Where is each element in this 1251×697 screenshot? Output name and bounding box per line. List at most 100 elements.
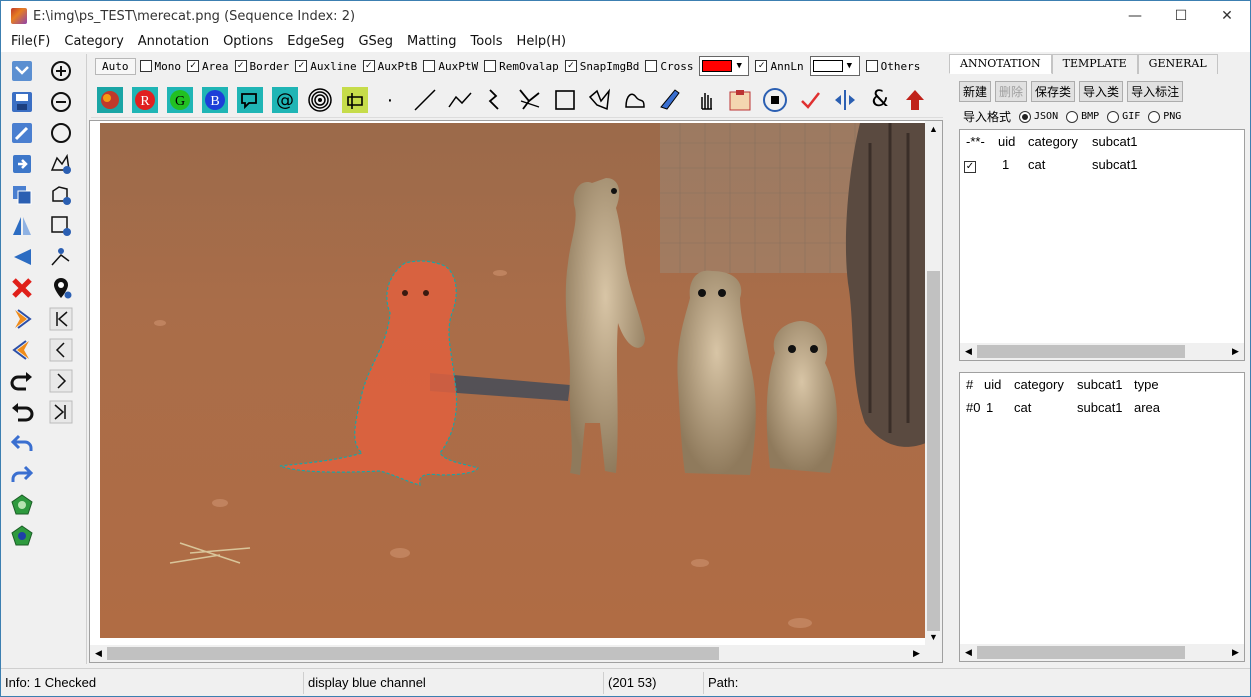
instance-list-scrollbar[interactable]: ◀ ▶ [960,644,1244,661]
row-checkbox[interactable]: ✓ [960,157,998,173]
add-shape-icon[interactable] [48,182,74,208]
polygon-tool-icon[interactable] [585,85,615,115]
import-class-button[interactable]: 导入类 [1079,81,1124,102]
menu-category[interactable]: Category [57,34,130,49]
undo-icon[interactable] [9,399,35,425]
freehand-tool-icon[interactable] [620,85,650,115]
import-annotation-button[interactable]: 导入标注 [1127,81,1184,102]
fill-color-picker[interactable]: ▼ [809,56,860,76]
prev-icon[interactable] [9,337,35,363]
scroll-right-icon[interactable]: ▶ [1227,644,1244,661]
area-checkbox[interactable]: ✓ Area [187,60,229,73]
polyline-tool-icon[interactable] [445,85,475,115]
polygon-blue-icon[interactable] [9,523,35,549]
flip-vertical-icon[interactable] [9,244,35,270]
flip-horizontal-icon[interactable] [9,213,35,239]
chat-bubble-icon[interactable] [235,85,265,115]
zoom-in-icon[interactable] [48,58,74,84]
edit-icon[interactable] [9,120,35,146]
brush-tool-icon[interactable] [655,85,685,115]
auxptb-checkbox[interactable]: ✓ AuxPtB [362,60,417,73]
header-type[interactable]: type [1134,377,1174,392]
up-arrow-icon[interactable] [900,85,930,115]
instance-list[interactable]: # uid category subcat1 type #0 1 cat sub… [959,372,1245,662]
header-subcat1[interactable]: subcat1 [1077,377,1134,392]
add-line-icon[interactable] [48,244,74,270]
menu-file[interactable]: File(F) [4,34,57,49]
image-thumbnail-icon[interactable] [95,85,125,115]
category-list[interactable]: -**- uid category subcat1 ✓ 1 cat subcat… [959,129,1245,361]
menu-tools[interactable]: Tools [464,34,510,49]
auxline-checkbox[interactable]: ✓ Auxline [295,60,357,73]
header-index[interactable]: # [960,377,984,392]
format-gif-radio[interactable] [1107,110,1120,123]
meerkat-photo[interactable] [100,123,926,638]
lasso-icon[interactable] [340,85,370,115]
add-rect-icon[interactable] [48,213,74,239]
add-polygon-icon[interactable] [48,151,74,177]
scroll-left-icon[interactable]: ◀ [960,343,977,360]
green-channel-button[interactable]: G [165,85,195,115]
menu-help[interactable]: Help(H) [510,34,574,49]
first-page-icon[interactable] [48,306,74,332]
scroll-thumb[interactable] [107,647,719,660]
category-row[interactable]: ✓ 1 cat subcat1 [960,153,1244,176]
save-icon[interactable] [9,89,35,115]
maximize-button[interactable]: ☐ [1158,1,1204,31]
auto-button[interactable]: Auto [95,57,136,75]
menu-edgeseg[interactable]: EdgeSeg [280,34,351,49]
cut-line-icon[interactable] [515,85,545,115]
copy-icon[interactable] [9,182,35,208]
scroll-right-icon[interactable]: ▶ [1227,343,1244,360]
line-tool-icon[interactable] [410,85,440,115]
scroll-left-icon[interactable]: ◀ [90,645,107,662]
menu-options[interactable]: Options [216,34,280,49]
header-subcat1[interactable]: subcat1 [1092,134,1162,149]
point-tool-button[interactable]: · [375,85,405,115]
scroll-right-icon[interactable]: ▶ [908,645,925,662]
canvas-horizontal-scrollbar[interactable]: ◀ ▶ [90,645,942,662]
last-page-icon[interactable] [48,399,74,425]
scroll-left-icon[interactable]: ◀ [960,644,977,661]
line-color-picker[interactable]: ▼ [699,56,750,76]
delete-button[interactable]: 删除 [995,81,1028,102]
record-icon[interactable] [760,85,790,115]
delete-icon[interactable] [9,275,35,301]
header-category[interactable]: category [1014,377,1077,392]
save-class-button[interactable]: 保存类 [1031,81,1076,102]
tab-template[interactable]: TEMPLATE [1051,54,1138,74]
minimize-button[interactable]: — [1112,1,1158,31]
header-uid[interactable]: uid [984,377,1014,392]
menu-annotation[interactable]: Annotation [131,34,216,49]
fit-icon[interactable] [48,120,74,146]
polygon-green-icon[interactable] [9,492,35,518]
header-uid[interactable]: uid [998,134,1028,149]
new-button[interactable]: 新建 [959,81,992,102]
open-icon[interactable] [9,58,35,84]
red-channel-button[interactable]: R [130,85,160,115]
split-icon[interactable] [830,85,860,115]
close-button[interactable]: ✕ [1204,1,1250,31]
redo-icon[interactable] [9,368,35,394]
next-icon[interactable] [9,306,35,332]
snapshot-icon[interactable] [725,85,755,115]
snapimgbd-checkbox[interactable]: ✓ SnapImgBd [564,60,639,73]
instance-row[interactable]: #0 1 cat subcat1 area [960,396,1244,419]
curve-tool-icon[interactable] [480,85,510,115]
check-icon[interactable] [795,85,825,115]
export-icon[interactable] [9,151,35,177]
mono-checkbox[interactable]: Mono [139,60,181,73]
auxptw-checkbox[interactable]: AuxPtW [423,60,478,73]
cross-checkbox[interactable]: Cross [645,60,693,73]
zoom-out-icon[interactable] [48,89,74,115]
format-bmp-radio[interactable] [1066,110,1079,123]
removalap-checkbox[interactable]: RemOvalap [484,60,559,73]
add-point-icon[interactable] [48,275,74,301]
canvas-vertical-scrollbar[interactable]: ▲ ▼ [925,121,942,646]
border-checkbox[interactable]: ✓ Border [234,60,289,73]
scroll-thumb[interactable] [977,345,1185,358]
redo-blue-icon[interactable] [9,461,35,487]
others-checkbox[interactable]: Others [865,60,920,73]
format-json-radio[interactable] [1019,110,1032,123]
header-check[interactable]: -**- [960,134,998,149]
